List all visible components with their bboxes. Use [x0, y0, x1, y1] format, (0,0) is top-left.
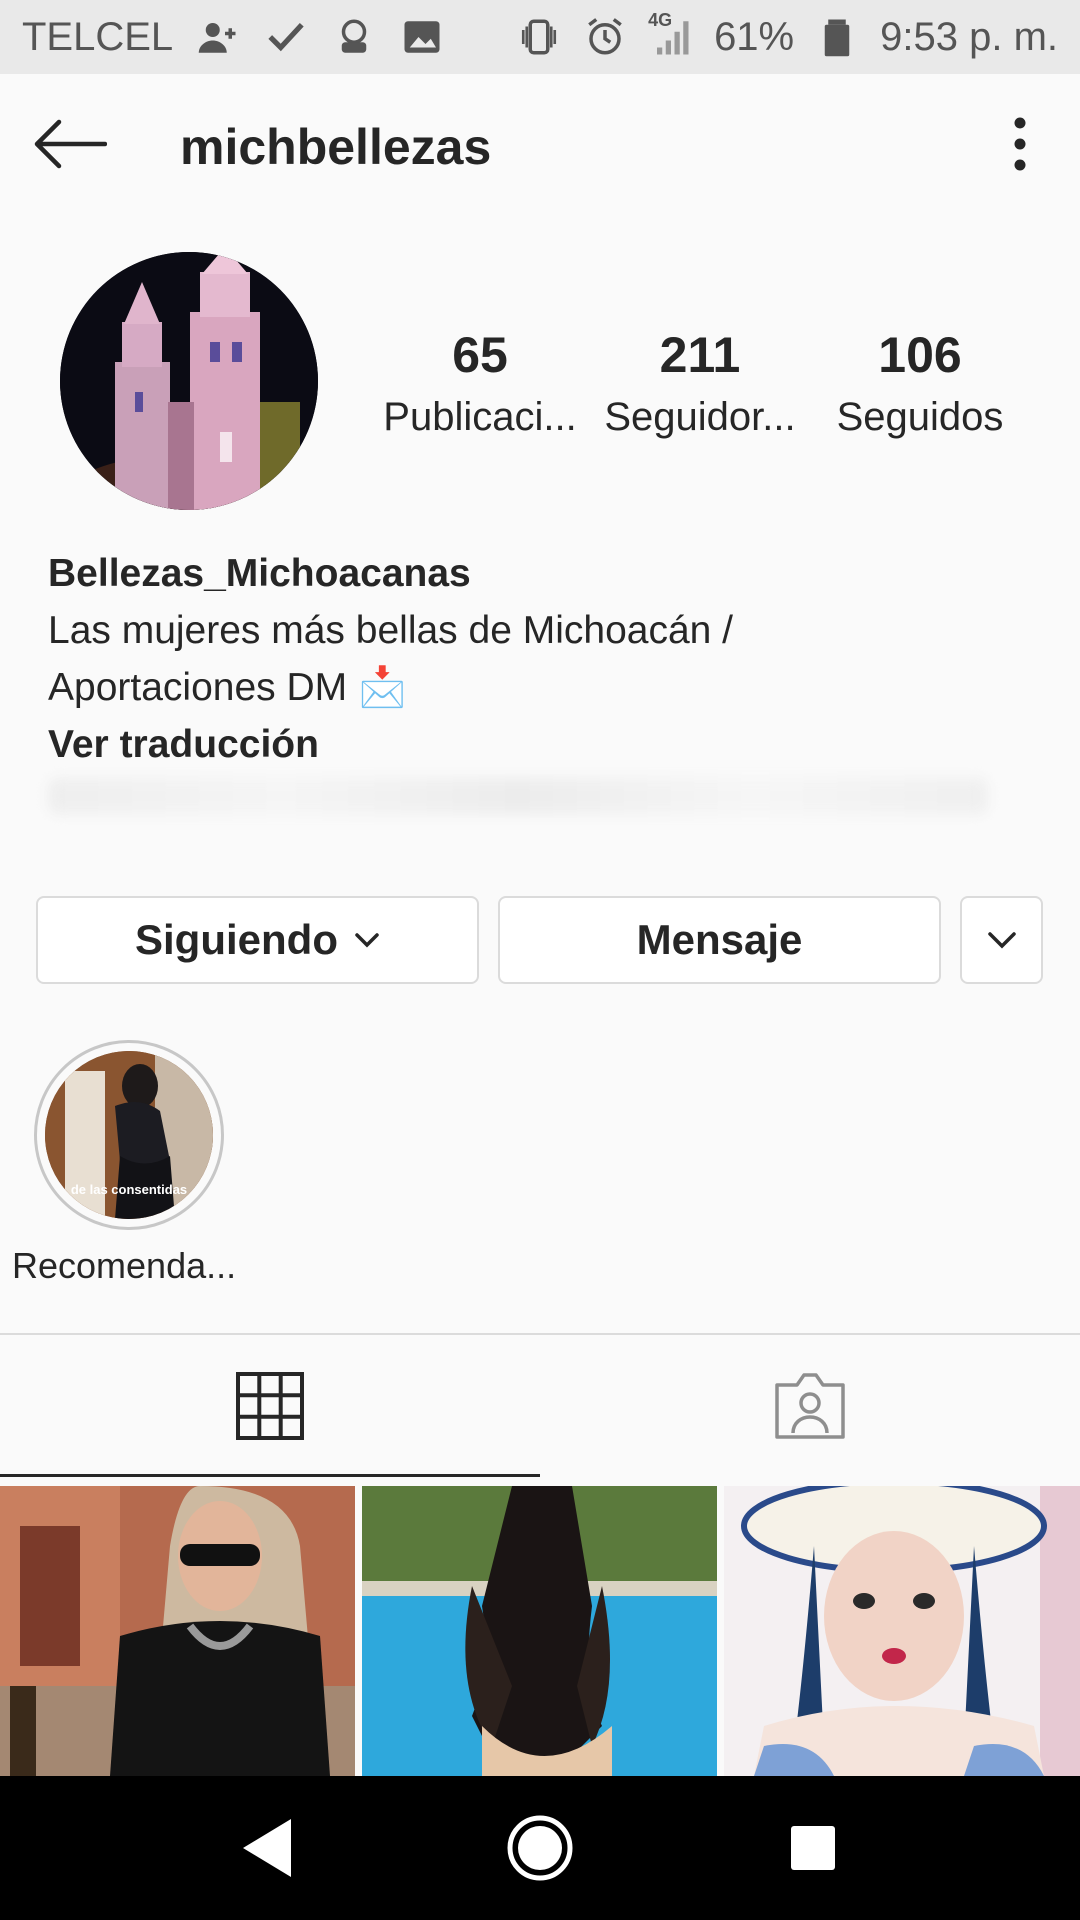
triangle-back-icon [242, 1819, 291, 1877]
followers-count: 211 [659, 327, 741, 383]
alarm-icon [582, 14, 628, 60]
highlight-cover: de las consentidas [45, 1051, 213, 1219]
tagged-person-icon [775, 1373, 845, 1439]
tab-tagged[interactable] [540, 1335, 1080, 1477]
chevron-down-icon [987, 932, 1016, 949]
add-contact-icon [195, 14, 241, 60]
profile-header: michbellezas [0, 74, 1080, 214]
nav-home-button[interactable] [485, 1793, 595, 1903]
nav-back-button[interactable] [212, 1793, 322, 1903]
image-icon [399, 14, 445, 60]
battery-icon [814, 14, 860, 60]
following-label: Seguidos [836, 395, 1004, 439]
more-options-button[interactable] [990, 104, 1050, 184]
highlight-label[interactable]: Recomenda... [12, 1245, 236, 1287]
carrier-label: TELCEL [22, 14, 174, 59]
post-thumbnail[interactable] [0, 1486, 355, 1776]
active-tab-indicator [0, 1474, 540, 1477]
tab-grid[interactable] [0, 1335, 540, 1477]
suggested-accounts-button[interactable] [960, 896, 1043, 984]
see-translation-link[interactable]: Ver traducción [48, 716, 1048, 773]
post-photo-3 [724, 1486, 1080, 1776]
circle-home-icon [507, 1815, 573, 1881]
chevron-down-icon [355, 933, 379, 948]
blurred-text [48, 778, 988, 814]
check-icon [263, 14, 309, 60]
arrow-left-icon [34, 119, 107, 169]
cathedral-photo [60, 252, 318, 510]
profile-stats: 65 Publicaci... 211 Seguidor... 106 Segu… [370, 320, 1030, 444]
post-photo-1 [0, 1486, 355, 1776]
following-count: 106 [878, 327, 962, 383]
message-button-label: Mensaje [636, 916, 803, 963]
network-type-label: 4G [648, 10, 673, 30]
post-thumbnail[interactable] [724, 1486, 1080, 1776]
message-button[interactable]: Mensaje [498, 896, 941, 984]
stat-followers[interactable]: 211 Seguidor... [590, 320, 810, 444]
following-button-label: Siguiendo [135, 916, 338, 963]
post-photo-2 [362, 1486, 717, 1776]
vibrate-icon [516, 14, 562, 60]
post-thumbnail[interactable] [362, 1486, 717, 1776]
signal-icon: 4G [648, 10, 694, 60]
posts-count: 65 [452, 327, 508, 383]
square-recents-icon [791, 1826, 836, 1870]
stat-following[interactable]: 106 Seguidos [810, 320, 1030, 444]
following-button[interactable]: Siguiendo [36, 896, 479, 984]
battery-percent: 61% [714, 14, 795, 59]
status-bar: TELCEL 4G 61% 9:53 p. m. [0, 0, 1080, 74]
profile-bio: Bellezas_Michoacanas Las mujeres más bel… [48, 545, 1048, 773]
clock: 9:53 p. m. [880, 14, 1058, 59]
highlight-overlay-text: de las consentidas [70, 1182, 188, 1197]
system-navigation-bar [0, 1776, 1080, 1920]
app-notification-icon [331, 14, 377, 60]
display-name: Bellezas_Michoacanas [48, 552, 471, 595]
stat-posts[interactable]: 65 Publicaci... [370, 320, 590, 444]
posts-label: Publicaci... [383, 395, 577, 439]
followers-label: Seguidor... [604, 395, 796, 439]
profile-username: michbellezas [180, 119, 492, 175]
nav-recents-button[interactable] [758, 1793, 868, 1903]
back-button[interactable] [30, 114, 110, 174]
more-vertical-icon [1014, 117, 1026, 171]
bio-line-1: Las mujeres más bellas de Michoacán / [48, 609, 733, 652]
profile-avatar[interactable] [60, 252, 318, 510]
story-highlight[interactable]: de las consentidas [34, 1040, 224, 1230]
bio-line-2: Aportaciones DM 📩 [48, 666, 407, 709]
grid-icon [236, 1372, 304, 1440]
